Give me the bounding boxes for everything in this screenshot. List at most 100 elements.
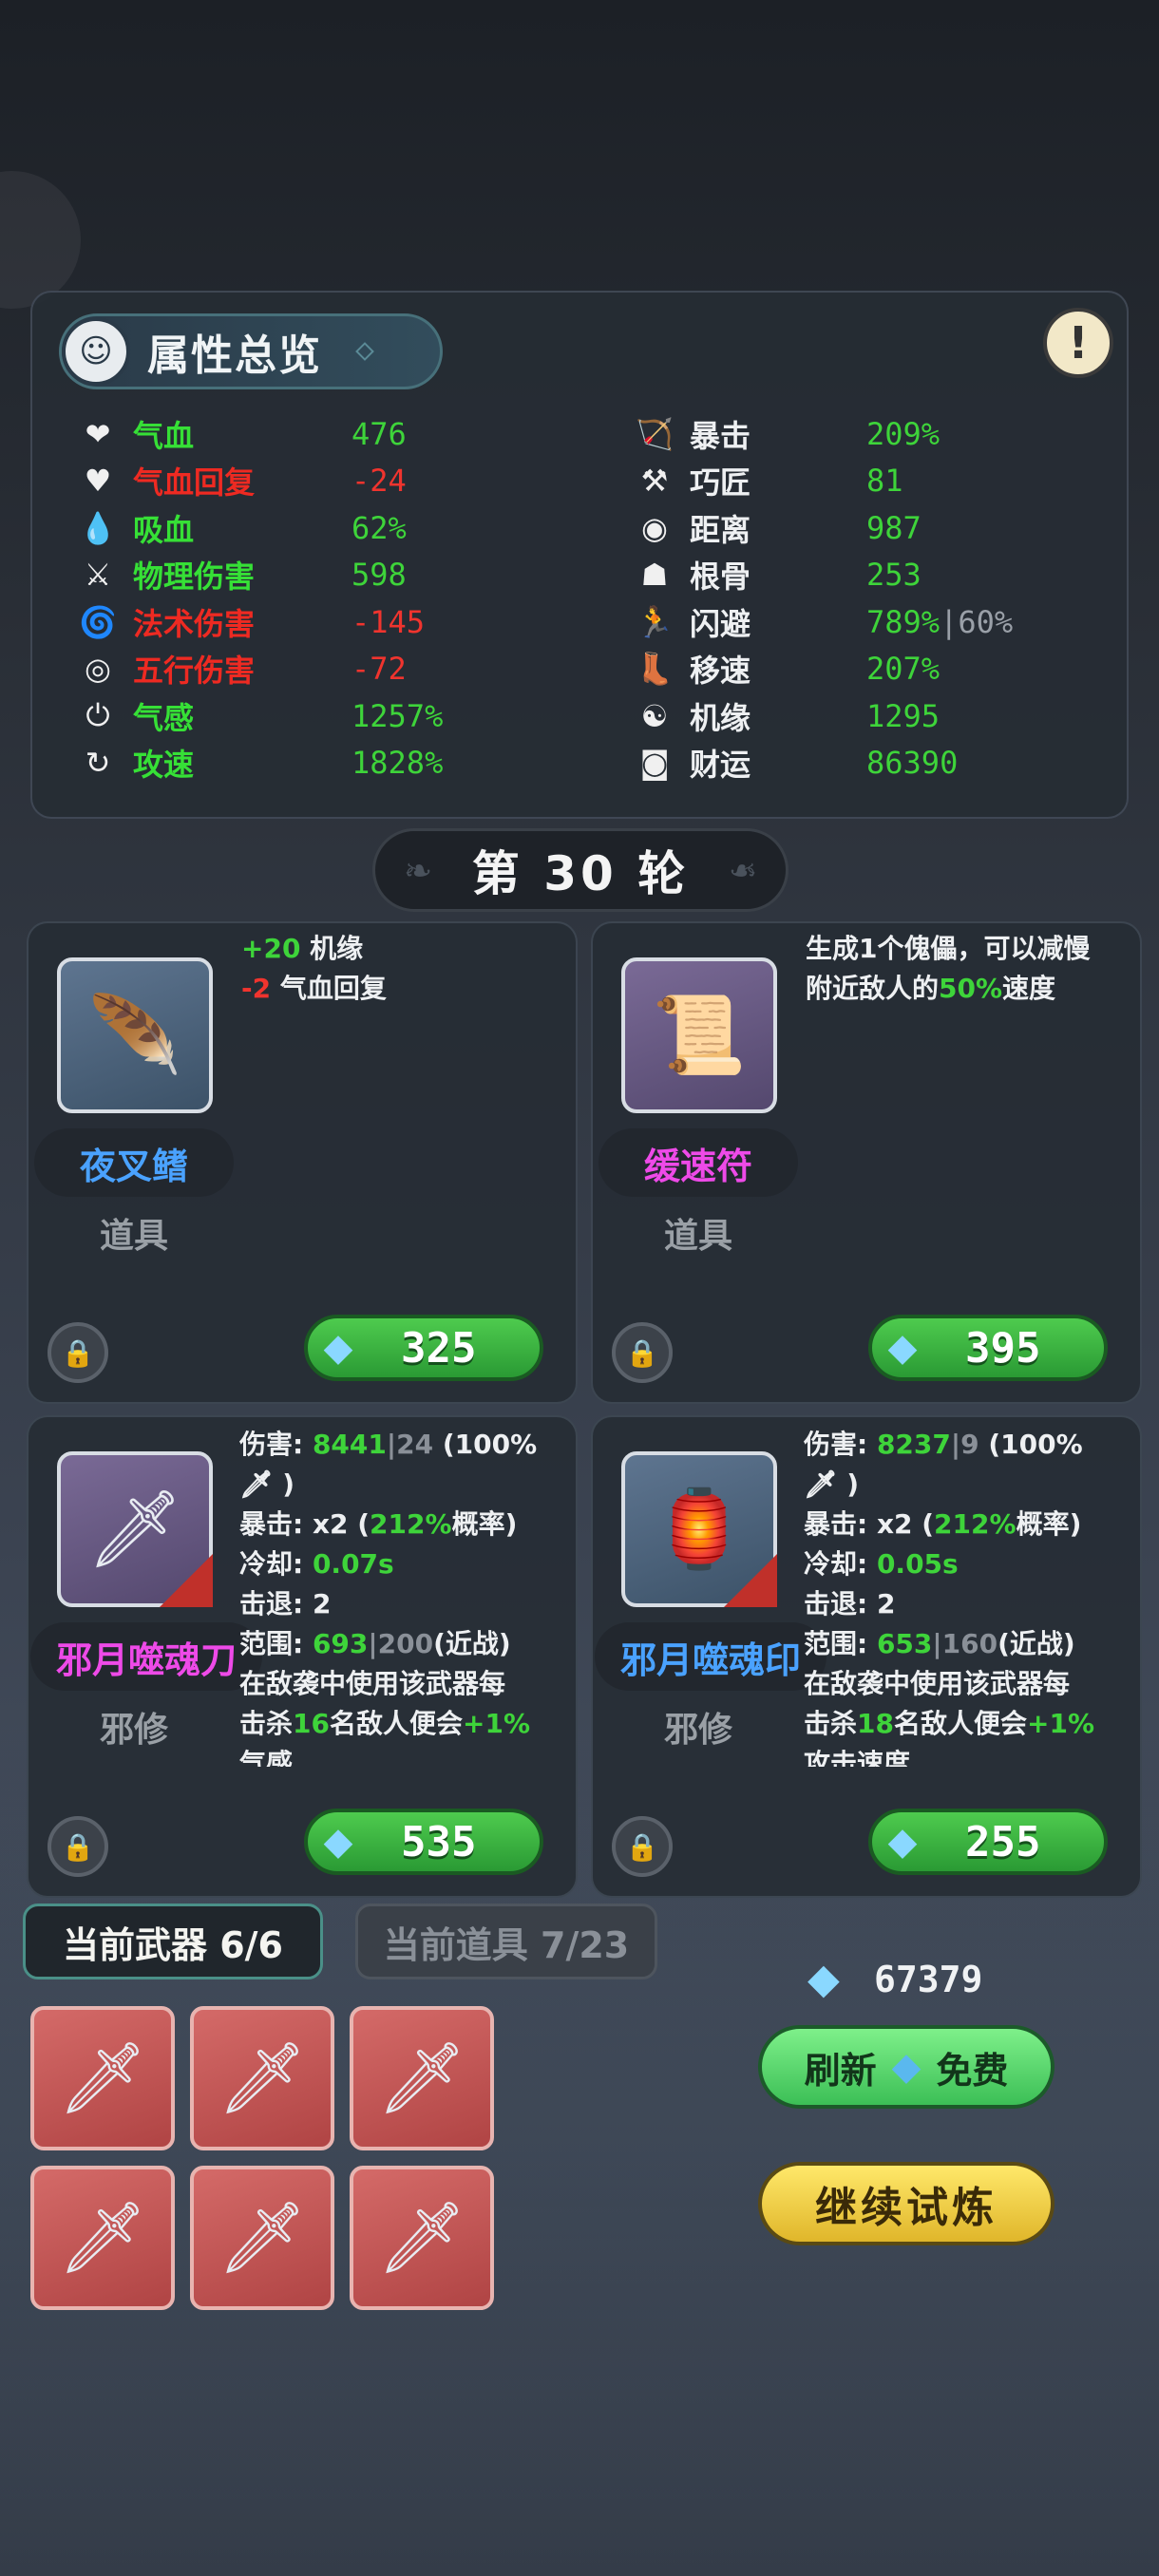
description-line: 暴击: x2 (212%概率) (239, 1505, 570, 1544)
buy-button[interactable]: ◆ 395 (868, 1315, 1108, 1381)
price: 395 (965, 1323, 1041, 1373)
weapon-slot[interactable]: 🗡 (30, 2166, 175, 2310)
stat-value: -24 (352, 463, 407, 500)
description-segment: +1% (463, 1708, 530, 1739)
description-segment: 速度 (1002, 973, 1056, 1004)
description-segment: |9 (950, 1429, 979, 1460)
stats-right-column: 🏹 暴击 209% ⚒ 巧匠 81 ◉ 距离 987 ☗ 根骨 253 🏃 闪避 789% |60% 👢 移速 20… (635, 410, 1013, 786)
stat-label: 攻速 (133, 747, 195, 784)
stat-label: 距离 (690, 511, 751, 548)
stat-value: 62% (352, 509, 407, 546)
continue-label: 继续试炼 (815, 2184, 998, 2232)
blade-icon: 🗡 (218, 2036, 307, 2119)
weapon-icon-seal: 🏮 (621, 1451, 777, 1607)
info-button[interactable]: ! (1043, 308, 1113, 378)
description-segment: (近战) (998, 1628, 1075, 1659)
description-segment: 8441 (312, 1429, 387, 1460)
stat-row: ↻ 攻速 1828% (78, 740, 444, 787)
crystal-gem-icon: ◆ (808, 1955, 840, 2003)
weapon-name: 邪月噬魂印 (595, 1622, 826, 1691)
price: 325 (401, 1323, 477, 1373)
description-segment: 暴击: x2 ( (804, 1508, 935, 1540)
lock-icon[interactable]: 🔒 (612, 1816, 673, 1877)
weapon-slot[interactable]: 🗡 (350, 2006, 494, 2150)
crystal-gem-icon: ◆ (887, 1326, 918, 1370)
wing-left-icon: ❧ (404, 852, 433, 891)
stat-row: ⏻ 气感 1257% (78, 692, 443, 740)
description-line: 冷却: 0.05s (804, 1544, 1134, 1584)
stat-value: 598 (352, 557, 407, 594)
description-line: 暴击: x2 (212%概率) (804, 1505, 1134, 1544)
stats-left-column: ❤ 气血 476 ♥ 气血回复 -24 💧 吸血 62% ⚔ 物理伤害 598 🌀 法术伤害 -145 ◎ 五行… (78, 410, 443, 786)
description-segment: 气感 (239, 1748, 294, 1767)
stat-label: 闪避 (690, 605, 751, 642)
stats-header: ☺ 属性总览 (59, 313, 443, 389)
stat-row: ❤ 气血 476 (78, 410, 443, 458)
description-segment: 概率) (1016, 1508, 1082, 1540)
price: 535 (401, 1817, 477, 1866)
description-line: 伤害: 8441|24 (100% (239, 1425, 570, 1465)
continue-trial-button[interactable]: 继续试炼 (758, 2162, 1054, 2245)
description-line: 击杀16名敌人便会+1% (239, 1704, 570, 1744)
stat-value: -145 (352, 603, 426, 640)
description-segment: 名敌人便会 (893, 1708, 1027, 1739)
weapon-slot[interactable]: 🗡 (30, 2006, 175, 2150)
character-avatar-icon: ☺ (62, 317, 130, 386)
stat-value: 1295 (866, 697, 940, 734)
stat-value: 253 (866, 557, 922, 594)
description-line: 在敌袭中使用该武器每 (239, 1664, 570, 1704)
stat-icon: 🏃 (636, 603, 674, 640)
description-segment: 50% (939, 973, 1003, 1004)
tab-current-weapons[interactable]: 当前武器 6/6 (23, 1904, 323, 1979)
stat-icon: ◎ (85, 651, 111, 688)
stat-value: 209% (866, 415, 940, 452)
description-segment: 653 (876, 1628, 933, 1659)
stat-value: 1257% (352, 697, 444, 734)
stat-icon: 👢 (636, 651, 674, 688)
weapon-slot[interactable]: 🗡 (350, 2166, 494, 2310)
lock-icon[interactable]: 🔒 (48, 1816, 108, 1877)
weapon-slot[interactable]: 🗡 (190, 2166, 334, 2310)
crystal-gem-icon: ◆ (887, 1820, 918, 1864)
description-segment: 18 (857, 1708, 894, 1739)
background-decoration (0, 171, 81, 309)
stat-value: 987 (866, 509, 922, 546)
stat-icon: 💧 (79, 509, 117, 546)
shop-card-item[interactable]: 📜 缓速符 道具 生成1个傀儡，可以减慢 附近敌人的50%速度 🔒 ◆ 395 (591, 921, 1142, 1404)
buy-button[interactable]: ◆ 535 (304, 1809, 543, 1875)
description-segment: +20 (241, 933, 301, 964)
description-segment: -2 (241, 973, 272, 1004)
description-line: 冷却: 0.07s (239, 1544, 570, 1584)
stat-row: 🌀 法术伤害 -145 (78, 598, 443, 646)
description-segment: 212% (934, 1508, 1016, 1540)
item-icon-fin: 🪶 (57, 957, 213, 1113)
buy-button[interactable]: ◆ 325 (304, 1315, 543, 1381)
buy-button[interactable]: ◆ 255 (868, 1809, 1108, 1875)
stat-row: ♥ 气血回复 -24 (78, 458, 443, 505)
price: 255 (965, 1817, 1041, 1866)
refresh-button[interactable]: 刷新 ◆ 免费 (758, 2025, 1054, 2109)
lock-icon[interactable]: 🔒 (612, 1322, 673, 1383)
description-segment: 伤害: (239, 1429, 313, 1460)
shop-card-weapon[interactable]: 🏮 邪月噬魂印 邪修 伤害: 8237|9 (100% 🗡 ) 暴击: x2 (21… (591, 1415, 1142, 1898)
description-segment: |160 (932, 1628, 998, 1659)
description-segment: 击退: 2 (804, 1588, 896, 1619)
stat-label: 机缘 (690, 699, 751, 736)
stat-label: 财运 (690, 747, 751, 784)
description-line: 击退: 2 (239, 1584, 570, 1624)
lock-icon[interactable]: 🔒 (48, 1322, 108, 1383)
description-segment: 名敌人便会 (329, 1708, 463, 1739)
wing-right-icon: ❧ (728, 852, 757, 891)
description-line: 生成1个傀儡，可以减慢 (806, 929, 1138, 969)
shop-card-item[interactable]: 🪶 夜叉鳍 道具 +20 机缘 -2 气血回复 🔒 ◆ 325 (27, 921, 578, 1404)
description-line: -2 气血回复 (241, 969, 574, 1009)
description-segment: 范围: (804, 1628, 877, 1659)
tab-current-items[interactable]: 当前道具 7/23 (355, 1904, 657, 1979)
description-segment: 攻击速度 (804, 1748, 911, 1767)
weapon-slot[interactable]: 🗡 (190, 2006, 334, 2150)
stat-value: 81 (866, 463, 903, 500)
description-segment: 伤害: (804, 1429, 877, 1460)
weapon-name: 邪月噬魂刀 (30, 1622, 262, 1691)
shop-card-weapon[interactable]: 🗡 邪月噬魂刀 邪修 伤害: 8441|24 (100% 🗡 ) 暴击: x2 (2… (27, 1415, 578, 1898)
description-line: +20 机缘 (241, 929, 574, 969)
